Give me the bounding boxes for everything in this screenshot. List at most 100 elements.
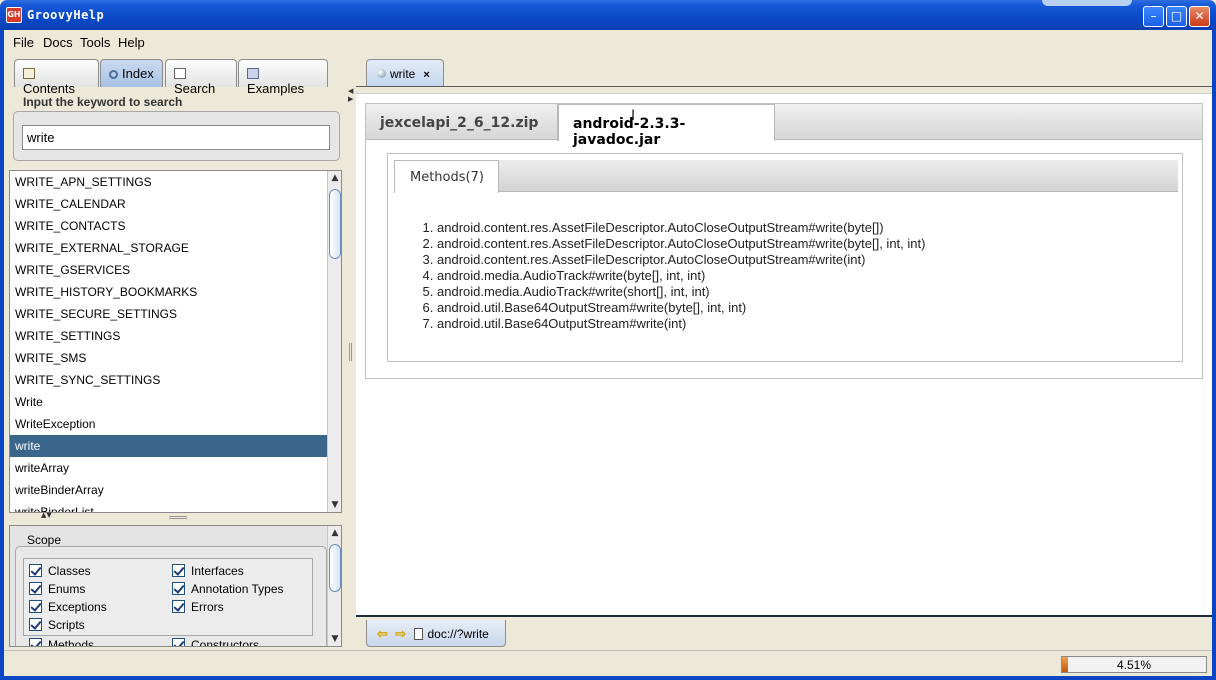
method-link[interactable]: android.content.res.AssetFileDescriptor.… xyxy=(437,220,884,235)
list-item[interactable]: WRITE_GSERVICES xyxy=(10,259,328,281)
menu-help-label: Help xyxy=(118,35,145,50)
menu-docs[interactable]: Docs xyxy=(43,35,73,50)
checkbox-checked-icon[interactable] xyxy=(29,638,42,646)
forward-arrow-icon[interactable]: ⇨ xyxy=(395,626,406,642)
checkbox-classes[interactable]: Classes xyxy=(29,564,91,578)
checkbox-checked-icon[interactable] xyxy=(172,564,185,577)
method-link[interactable]: android.content.res.AssetFileDescriptor.… xyxy=(437,236,925,251)
checkbox-checked-icon[interactable] xyxy=(172,600,185,613)
jar-tab-bar: jexcelapi_2_6_12.zip android-2.3.3-javad… xyxy=(366,104,1202,148)
scope-label: Scope xyxy=(27,533,62,547)
checkbox-exceptions[interactable]: Exceptions xyxy=(29,600,107,614)
list-item[interactable]: WRITE_CALENDAR xyxy=(10,193,328,215)
scroll-up-icon[interactable]: ▲ xyxy=(329,171,341,185)
checkbox-checked-icon[interactable] xyxy=(172,638,185,646)
list-item[interactable]: WRITE_SMS xyxy=(10,347,328,369)
checkbox-annotation-types[interactable]: Annotation Types xyxy=(172,582,284,596)
app-icon: GH xyxy=(6,7,22,23)
tab-contents[interactable]: Contents xyxy=(14,59,99,96)
checkbox-label: Constructors xyxy=(191,638,260,647)
tab-write-label: write xyxy=(390,67,416,81)
document-view: jexcelapi_2_6_12.zip android-2.3.3-javad… xyxy=(356,93,1212,617)
maximize-icon: □ xyxy=(1170,9,1183,23)
checkbox-checked-icon[interactable] xyxy=(172,582,185,595)
jar-panel: jexcelapi_2_6_12.zip android-2.3.3-javad… xyxy=(365,103,1203,379)
list-item-selected[interactable]: write xyxy=(10,435,328,457)
method-item[interactable]: 5. android.media.AudioTrack#write(short[… xyxy=(416,284,925,300)
back-arrow-icon[interactable]: ⇦ xyxy=(377,626,388,642)
keyword-input[interactable]: write xyxy=(22,125,330,150)
checkbox-enums[interactable]: Enums xyxy=(29,582,85,596)
method-item[interactable]: 4. android.media.AudioTrack#write(byte[]… xyxy=(416,268,925,284)
checkbox-label: Interfaces xyxy=(191,564,244,578)
checkbox-checked-icon[interactable] xyxy=(29,564,42,577)
list-item[interactable]: WriteException xyxy=(10,413,328,435)
checkbox-errors[interactable]: Errors xyxy=(172,600,224,614)
close-icon: ✕ xyxy=(1194,9,1205,23)
menu-bar: File Docs Tools Help xyxy=(4,30,1212,53)
checkbox-label: Exceptions xyxy=(48,600,107,614)
method-item[interactable]: 1. android.content.res.AssetFileDescript… xyxy=(416,220,925,236)
tab-methods[interactable]: Methods(7) xyxy=(394,160,499,193)
vertical-splitter[interactable]: ◀ ▶ xyxy=(346,53,356,653)
list-item[interactable]: WRITE_HISTORY_BOOKMARKS xyxy=(10,281,328,303)
horizontal-splitter[interactable]: ▲▼ xyxy=(9,511,342,523)
checkbox-methods[interactable]: Methods xyxy=(29,638,94,646)
tab-examples[interactable]: Examples xyxy=(238,59,328,96)
status-bar: 4.51% xyxy=(4,650,1212,676)
method-item[interactable]: 7. android.util.Base64OutputStream#write… xyxy=(416,316,925,332)
list-item[interactable]: writeBinderArray xyxy=(10,479,328,501)
tab-write[interactable]: write × xyxy=(366,59,444,87)
scroll-thumb[interactable] xyxy=(329,544,341,592)
index-list-scrollbar[interactable]: ▲ ▼ xyxy=(327,171,341,512)
minimize-button[interactable]: – xyxy=(1143,6,1164,27)
checkbox-label: Scripts xyxy=(48,618,85,632)
method-item[interactable]: 6. android.util.Base64OutputStream#write… xyxy=(416,300,925,316)
checkbox-interfaces[interactable]: Interfaces xyxy=(172,564,244,578)
list-item[interactable]: writeBinderList xyxy=(10,501,328,512)
navigation-bar: ⇦ ⇨ doc://?write xyxy=(366,620,506,647)
list-item[interactable]: WRITE_EXTERNAL_STORAGE xyxy=(10,237,328,259)
search-label: Input the keyword to search xyxy=(23,95,183,109)
checkbox-checked-icon[interactable] xyxy=(29,618,42,631)
method-link[interactable]: android.util.Base64OutputStream#write(by… xyxy=(437,300,746,315)
checkbox-checked-icon[interactable] xyxy=(29,600,42,613)
close-window-button[interactable]: ✕ xyxy=(1189,6,1210,27)
search-doc-icon xyxy=(174,68,186,79)
method-link[interactable]: android.media.AudioTrack#write(byte[], i… xyxy=(437,268,705,283)
list-item[interactable]: WRITE_SYNC_SETTINGS xyxy=(10,369,328,391)
checkbox-constructors[interactable]: Constructors xyxy=(172,638,260,647)
method-item[interactable]: 2. android.content.res.AssetFileDescript… xyxy=(416,236,926,252)
list-item[interactable]: WRITE_SECURE_SETTINGS xyxy=(10,303,328,325)
method-link[interactable]: android.util.Base64OutputStream#write(in… xyxy=(437,316,686,331)
menu-help[interactable]: Help xyxy=(118,35,145,50)
current-url: doc://?write xyxy=(427,627,489,641)
close-tab-icon[interactable]: × xyxy=(423,69,429,81)
tab-jexcelapi[interactable]: jexcelapi_2_6_12.zip xyxy=(366,104,558,141)
tab-search[interactable]: Search xyxy=(165,59,237,96)
splitter-grip-icon xyxy=(169,516,187,519)
list-item[interactable]: WRITE_APN_SETTINGS xyxy=(10,171,328,193)
tab-android-javadoc[interactable]: android-2.3.3-javadoc.jar xyxy=(558,104,775,148)
examples-icon xyxy=(247,68,259,79)
splitter-arrows-icon[interactable]: ▲▼ xyxy=(41,511,52,519)
tab-index[interactable]: Index xyxy=(100,59,163,87)
maximize-button[interactable]: □ xyxy=(1166,6,1187,27)
scroll-up-icon[interactable]: ▲ xyxy=(329,526,341,540)
checkbox-scripts[interactable]: Scripts xyxy=(29,618,85,632)
list-item[interactable]: writeArray xyxy=(10,457,328,479)
method-link[interactable]: android.content.res.AssetFileDescriptor.… xyxy=(437,252,865,267)
method-item[interactable]: 3. android.content.res.AssetFileDescript… xyxy=(416,252,925,268)
scroll-down-icon[interactable]: ▼ xyxy=(329,498,341,512)
list-item[interactable]: WRITE_CONTACTS xyxy=(10,215,328,237)
menu-file[interactable]: File xyxy=(13,35,34,50)
scope-scrollbar[interactable]: ▲ ▼ xyxy=(327,526,341,646)
menu-tools[interactable]: Tools xyxy=(80,35,110,50)
checkbox-checked-icon[interactable] xyxy=(29,582,42,595)
collapse-arrows-icon[interactable]: ◀ ▶ xyxy=(348,87,353,103)
scroll-down-icon[interactable]: ▼ xyxy=(329,632,341,646)
method-link[interactable]: android.media.AudioTrack#write(short[], … xyxy=(437,284,710,299)
scroll-thumb[interactable] xyxy=(329,189,341,259)
list-item[interactable]: Write xyxy=(10,391,328,413)
list-item[interactable]: WRITE_SETTINGS xyxy=(10,325,328,347)
